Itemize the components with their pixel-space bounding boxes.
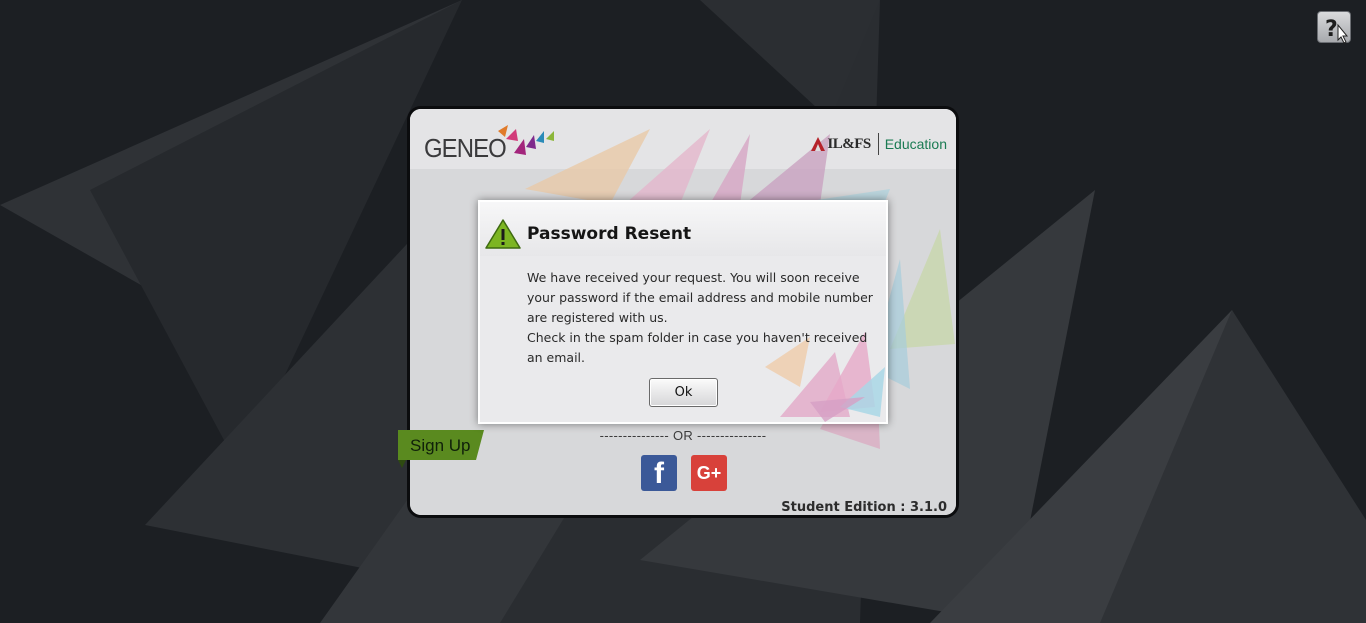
- password-resent-dialog: Password Resent We have received your re…: [478, 200, 888, 424]
- or-divider: --------------- OR ---------------: [599, 428, 767, 443]
- google-plus-icon: G+: [696, 463, 722, 483]
- edition-label: Student Edition : 3.1.0: [781, 500, 947, 515]
- ilfs-education-logo: IL&FS Education: [811, 132, 947, 156]
- ilfs-logo-icon: [811, 137, 826, 151]
- warning-icon: [485, 219, 521, 249]
- logo-divider: [877, 133, 879, 155]
- ok-button[interactable]: Ok: [649, 378, 718, 407]
- facebook-icon: f: [654, 457, 664, 490]
- dialog-title: Password Resent: [527, 224, 692, 244]
- geneo-logo: GENEO: [424, 125, 564, 165]
- sign-up-button[interactable]: Sign Up: [396, 430, 488, 468]
- dialog-message-line-2: Check in the spam folder in case you hav…: [527, 330, 868, 365]
- google-plus-login-button[interactable]: G+: [691, 455, 727, 491]
- help-cursor-icon: ?: [1325, 17, 1349, 44]
- facebook-login-button[interactable]: f: [641, 455, 677, 491]
- help-button[interactable]: ?: [1317, 11, 1351, 44]
- sign-up-label: Sign Up: [410, 436, 471, 455]
- ilfs-logo-text: IL&FS: [827, 135, 871, 152]
- geneo-logo-mark-icon: [498, 125, 554, 155]
- svg-text:?: ?: [1325, 17, 1338, 42]
- dialog-message: We have received your request. You will …: [527, 268, 877, 368]
- dialog-message-line-1: We have received your request. You will …: [527, 270, 873, 325]
- screen: ? GENEO IL&FS Education --------------- …: [0, 0, 1366, 623]
- ilfs-education-text: Education: [884, 136, 947, 152]
